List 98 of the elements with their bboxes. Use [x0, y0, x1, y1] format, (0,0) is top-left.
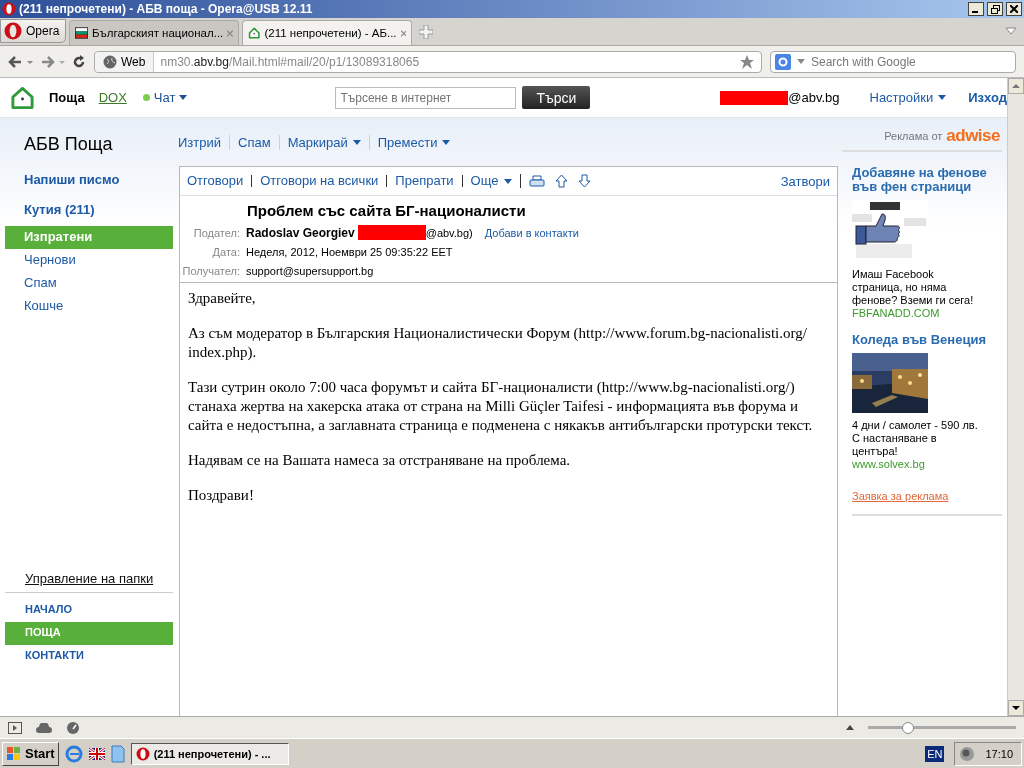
restore-icon: [990, 4, 1000, 14]
language-indicator[interactable]: EN: [925, 745, 945, 762]
tab-list-icon[interactable]: [1006, 27, 1016, 35]
print-icon[interactable]: [528, 174, 545, 188]
caret-icon: [179, 95, 188, 100]
field-label: Получател:: [181, 264, 240, 277]
nav-link[interactable]: DOX: [98, 90, 127, 105]
nav-link[interactable]: Поща: [49, 90, 85, 105]
field-label: Дата:: [211, 245, 240, 258]
ad-text: 4 дни / самолет - 590 лв. С настаняване в центъра!: [852, 419, 979, 458]
message-subject: Проблем със сайта БГ-националисти: [247, 202, 527, 219]
section-link[interactable]: НАЧАЛО: [5, 599, 173, 622]
folder-item[interactable]: Спам: [5, 272, 173, 295]
speedometer-icon[interactable]: [66, 721, 80, 734]
redaction-mark: [357, 225, 426, 240]
window-title: (211 непрочетени) - АБВ поща - Opera@USB 12.11: [19, 2, 314, 16]
opera-logo-icon: [4, 22, 22, 40]
folder-item[interactable]: Чернови: [5, 249, 173, 272]
minimize-button[interactable]: [968, 2, 984, 16]
message-paragraph: Тази сутрин около 7:00 часа форумът и сайта БГ-националисти (http://www.bg-nacionalisti.org/) станаха жертва на хакерска атака от страна на Milli Güçler Taifesi - информацията във форума и сайта е недостъпна, а заглавната страница е подменена с някакъв антибългарски протурски текст.: [188, 378, 814, 435]
close-link[interactable]: Затвори: [780, 173, 830, 189]
toolbar-link[interactable]: Премести: [368, 134, 459, 150]
app-title: АБВ Поща: [24, 134, 114, 156]
message-paragraph: Здравейте,: [188, 289, 257, 308]
toolbar-link[interactable]: Маркирай: [278, 134, 369, 150]
restore-button[interactable]: [987, 2, 1003, 16]
up-arrow-icon[interactable]: [554, 174, 568, 188]
message-action[interactable]: Отговори на всички: [251, 175, 387, 187]
ad-title[interactable]: Добавяне на фенове във фен страници: [852, 166, 1002, 194]
scroll-down-icon[interactable]: [1008, 700, 1024, 716]
field-label: Подател:: [192, 226, 240, 239]
browser-tab[interactable]: Българският национал...: [69, 20, 239, 45]
up-caret-icon[interactable]: [846, 725, 854, 730]
caret-icon: [938, 95, 947, 100]
flag-icon: [75, 26, 88, 40]
message-paragraph: Надявам се на Вашата намеса за отстраняване на проблема.: [188, 451, 572, 470]
sender-email: @abv.bg): [425, 226, 473, 239]
redaction-mark: [720, 90, 789, 105]
url-text: nm30.abv.bg/Mail.html#mail/20/p1/13089318065: [159, 54, 421, 69]
web-label: Web: [121, 54, 146, 69]
close-tab-icon[interactable]: [400, 29, 406, 37]
close-button[interactable]: [1006, 2, 1022, 16]
folder-item[interactable]: Кошче: [5, 295, 173, 318]
logout-link[interactable]: Изход: [968, 90, 1007, 105]
reload-icon[interactable]: [72, 54, 86, 69]
ad-link[interactable]: FBFANADD.COM: [852, 307, 1002, 319]
search-engine-icon: [775, 53, 791, 70]
opera-menu-button[interactable]: Opera: [0, 19, 66, 43]
browser-tab[interactable]: (211 непрочетени) - АБ...: [242, 20, 412, 45]
taskbar-button[interactable]: (211 непрочетени) - ...: [130, 742, 289, 765]
compose-link[interactable]: Напиши писмо: [24, 172, 178, 187]
section-link[interactable]: КОНТАКТИ: [5, 645, 173, 668]
back-icon[interactable]: [8, 54, 34, 69]
sender-name: Radoslav Georgiev: [246, 225, 355, 240]
ad-brand: adwise: [946, 126, 1000, 146]
down-arrow-icon[interactable]: [577, 174, 591, 188]
forward-icon[interactable]: [40, 54, 66, 69]
globe-icon: [103, 54, 117, 69]
speaker-icon[interactable]: [959, 745, 976, 762]
account-email: @abv.bg: [788, 90, 840, 105]
toolbar-link[interactable]: Спам: [229, 134, 279, 150]
folder-item[interactable]: Кутия (211): [5, 199, 173, 222]
field-value: Неделя, 2012, Ноември 25 09:35:22 EET: [246, 245, 453, 258]
ad-text: Имаш Facebook страница, но няма фенове? Вземи ги сега!: [852, 268, 975, 307]
home-logo-icon[interactable]: [10, 84, 35, 111]
message-paragraph: Поздрави!: [188, 486, 255, 505]
scroll-up-icon[interactable]: [1008, 78, 1024, 94]
caret-icon: [797, 59, 805, 64]
ad-label: Реклама от: [884, 130, 943, 142]
chat-menu[interactable]: Чат: [142, 90, 188, 105]
message-action[interactable]: Отговори: [187, 175, 252, 187]
opera-logo-icon: [135, 746, 150, 761]
ad-link[interactable]: www.solvex.bg: [852, 458, 1002, 470]
search-button[interactable]: Търси: [522, 86, 591, 109]
manage-folders-link[interactable]: Управление на папки: [25, 571, 178, 592]
ad-title[interactable]: Коледа във Венеция: [852, 333, 1002, 347]
search-field[interactable]: Search with Google: [770, 50, 1016, 73]
panel-toggle-icon[interactable]: [8, 721, 22, 734]
zoom-slider-thumb[interactable]: [901, 721, 914, 734]
opera-logo-icon: [2, 2, 16, 16]
settings-menu[interactable]: Настройки: [869, 90, 947, 105]
flag-icon[interactable]: [88, 747, 105, 760]
message-paragraph: Аз съм модератор в Българския Националистически Форум (http://www.forum.bg-nacionalisti.org/ index.php).: [188, 324, 808, 362]
cloud-icon[interactable]: [36, 722, 52, 733]
ad-request-link[interactable]: Заявка за реклама: [852, 490, 1002, 516]
toolbar-link[interactable]: Изтрий: [178, 134, 229, 150]
start-button[interactable]: Start: [2, 741, 59, 766]
web-search-field[interactable]: Търсене в интернет: [335, 86, 517, 109]
windows-logo-icon: [6, 745, 22, 762]
star-icon[interactable]: [739, 53, 755, 70]
message-action[interactable]: Препрати: [386, 175, 462, 187]
message-action[interactable]: Още: [461, 175, 520, 187]
address-field[interactable]: Web nm30.abv.bg/Mail.html#mail/20/p1/13089318065: [94, 50, 762, 73]
clock: 17:10: [985, 747, 1013, 760]
home-icon: [248, 25, 261, 41]
add-contact-link[interactable]: Добави в контакти: [484, 226, 579, 239]
close-icon: [1010, 5, 1018, 13]
field-value: support@supersupport.bg: [246, 264, 374, 277]
